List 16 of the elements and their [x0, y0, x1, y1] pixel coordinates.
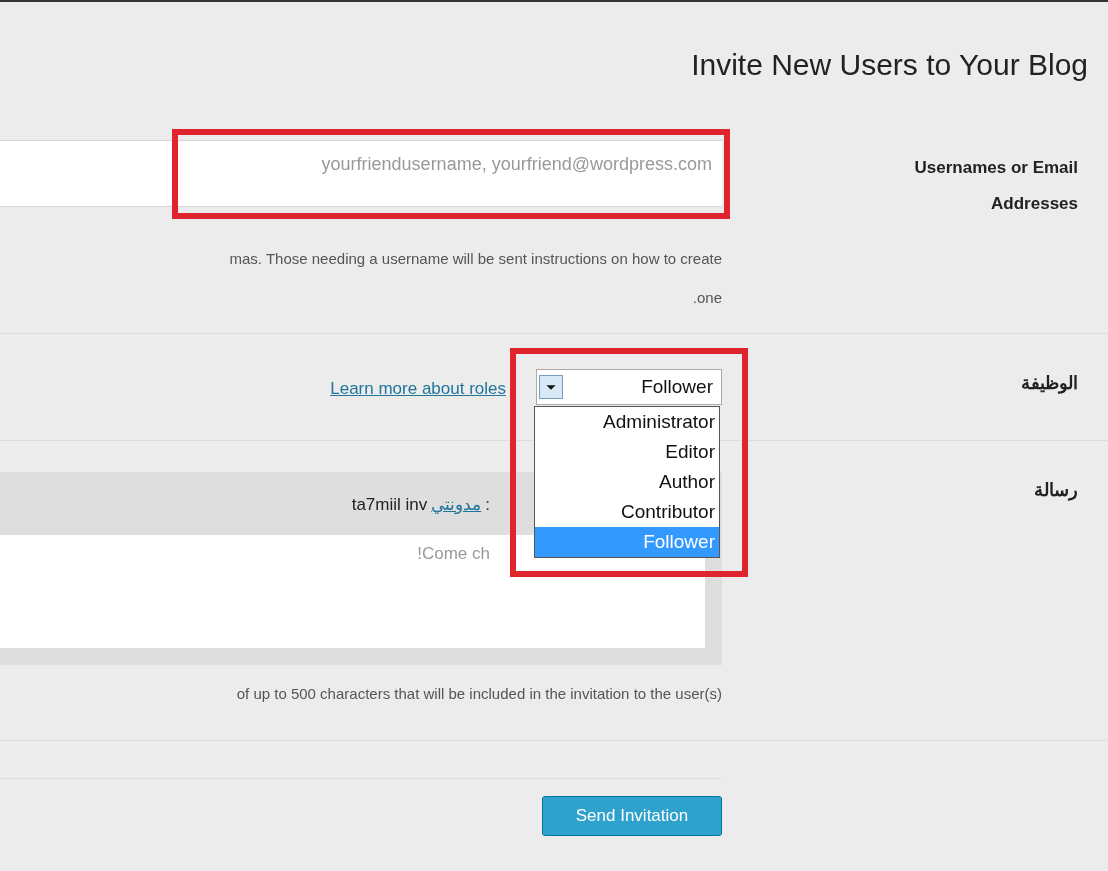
- usernames-label: Usernames or Email Addresses: [913, 157, 1078, 215]
- page-title: Invite New Users to Your Blog: [691, 47, 1088, 83]
- send-invitation-button[interactable]: Send Invitation: [542, 796, 722, 836]
- message-header-text: ta7miil inv: [351, 494, 428, 516]
- caret-icon: [539, 375, 563, 399]
- usernames-input[interactable]: yourfriendusername, yourfriend@wordpress.com: [0, 140, 722, 207]
- roles-link[interactable]: Learn more about roles: [330, 376, 506, 402]
- message-label: رسالة: [1034, 479, 1078, 503]
- role-option[interactable]: Follower: [535, 527, 719, 557]
- role-select[interactable]: Follower: [536, 369, 722, 405]
- message-text: !Come ch: [417, 543, 490, 565]
- message-hint: of up to 500 characters that will be included in the invitation to the user(s): [235, 684, 722, 704]
- role-label: الوظيفة: [1021, 372, 1078, 396]
- blog-link[interactable]: مدونتي: [431, 492, 482, 535]
- message-colon: :: [485, 494, 490, 516]
- usernames-hint: mas. Those needing a username will be sent instructions on how to create .one: [228, 249, 722, 308]
